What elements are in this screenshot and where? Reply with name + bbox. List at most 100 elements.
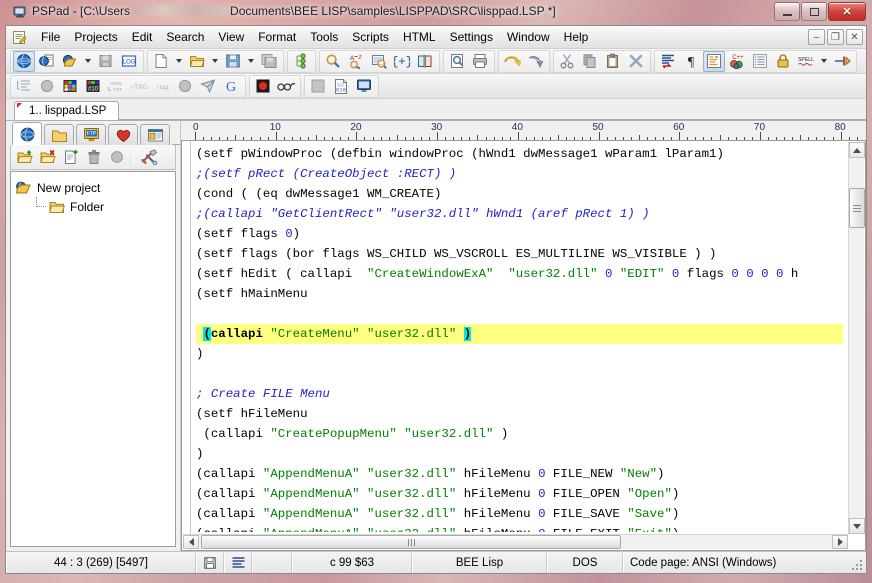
color-picker-icon[interactable] xyxy=(36,76,58,97)
code-line[interactable]: ;(callapi "GetClientRect" "user32.dll" h… xyxy=(196,204,843,224)
globe-icon[interactable] xyxy=(13,51,35,72)
stop-icon[interactable] xyxy=(307,76,329,97)
menu-item-edit[interactable]: Edit xyxy=(125,28,160,46)
code-explorer-icon[interactable] xyxy=(290,51,312,72)
undo-icon[interactable] xyxy=(501,51,523,72)
color-chart-icon[interactable] xyxy=(59,76,81,97)
mdi-restore-button[interactable]: ❐ xyxy=(827,29,844,45)
hex-editor-icon[interactable]: 010 xyxy=(330,76,352,97)
scroll-down-button[interactable] xyxy=(849,518,865,534)
new-project-icon[interactable] xyxy=(14,147,36,168)
clipboard-tab[interactable] xyxy=(140,124,170,145)
project-settings-icon[interactable] xyxy=(106,147,128,168)
code-line[interactable]: ; Create FILE Menu xyxy=(196,384,843,404)
tree-item-folder[interactable]: Folder xyxy=(15,197,171,216)
horizontal-scroll-thumb[interactable] xyxy=(201,535,621,549)
code-line[interactable]: ) xyxy=(196,444,843,464)
favorites-tab[interactable] xyxy=(108,124,138,145)
code-line-current[interactable]: (callapi "CreateMenu" "user32.dll" ) xyxy=(196,324,843,344)
mdi-close-button[interactable]: ✕ xyxy=(846,29,863,45)
scroll-left-button[interactable] xyxy=(183,535,199,549)
spell-check-icon[interactable]: SPELL xyxy=(795,51,817,72)
paper-plane-icon[interactable] xyxy=(197,76,219,97)
bookmark-icon[interactable] xyxy=(831,51,853,72)
scroll-up-button[interactable] xyxy=(849,142,865,158)
horizontal-scrollbar[interactable] xyxy=(183,534,848,549)
print-preview-icon[interactable] xyxy=(446,51,468,72)
project-tree[interactable]: New project Folder xyxy=(10,171,176,547)
view-macro-icon[interactable] xyxy=(275,76,297,97)
code-line[interactable]: (setf hFileMenu xyxy=(196,404,843,424)
delete-icon[interactable] xyxy=(625,51,647,72)
record-macro-icon[interactable] xyxy=(252,76,274,97)
code-line[interactable]: (callapi "CreatePopupMenu" "user32.dll" … xyxy=(196,424,843,444)
menu-item-tools[interactable]: Tools xyxy=(303,28,345,46)
code-line[interactable]: (setf hEdit ( callapi "CreateWindowExA" … xyxy=(196,264,843,284)
status-save-state[interactable] xyxy=(196,553,224,573)
terminal-icon[interactable] xyxy=(353,76,375,97)
replace-icon[interactable]: AZ xyxy=(345,51,367,72)
indent-icon[interactable] xyxy=(13,76,35,97)
html-preview-icon[interactable] xyxy=(36,51,58,72)
code-text[interactable]: (setf pWindowProc (defbin windowProc (hW… xyxy=(196,144,843,532)
log-icon[interactable]: LOG xyxy=(118,51,140,72)
numbered-list-icon[interactable] xyxy=(749,51,771,72)
circle-icon[interactable] xyxy=(174,76,196,97)
format-text-icon[interactable] xyxy=(657,51,679,72)
html-to-text-icon[interactable]: HTMLTXT xyxy=(105,76,127,97)
compile-cpp-icon[interactable]: C++ xyxy=(726,51,748,72)
file-tab-lisppad[interactable]: 1.. lisppad.LSP xyxy=(14,101,119,120)
remove-file-icon[interactable] xyxy=(83,147,105,168)
highlighter-icon[interactable] xyxy=(703,51,725,72)
cut-icon[interactable] xyxy=(556,51,578,72)
braces-icon[interactable]: {+} xyxy=(391,51,413,72)
side-panel-tabs[interactable]: FTP xyxy=(6,121,180,145)
code-line[interactable]: (setf flags 0) xyxy=(196,224,843,244)
ftp-tab[interactable]: FTP xyxy=(76,124,106,145)
status-codepage[interactable]: Code page: ANSI (Windows) xyxy=(623,553,866,573)
dictionary-icon[interactable] xyxy=(414,51,436,72)
status-highlighter[interactable]: BEE Lisp xyxy=(412,553,547,573)
open-project-dropdown[interactable] xyxy=(82,51,93,72)
paste-icon[interactable] xyxy=(602,51,624,72)
maximize-button[interactable] xyxy=(801,2,827,21)
new-file-dropdown[interactable] xyxy=(173,51,184,72)
code-line[interactable]: (callapi "AppendMenuA" "user32.dll" hFil… xyxy=(196,504,843,524)
tree-item-new-project[interactable]: New project xyxy=(15,178,171,197)
main-toolbar[interactable]: LOG xyxy=(6,49,866,74)
menu-bar[interactable]: File Projects Edit Search View Format To… xyxy=(6,26,866,49)
close-project-icon[interactable] xyxy=(37,147,59,168)
status-wrap-mode[interactable] xyxy=(224,553,252,573)
menu-item-search[interactable]: Search xyxy=(159,28,211,46)
code-line[interactable] xyxy=(196,364,843,384)
code-line[interactable]: ;(setf pRect (CreateObject :RECT) ) xyxy=(196,164,843,184)
redo-icon[interactable] xyxy=(524,51,546,72)
file-tab-strip[interactable]: 1.. lisppad.LSP xyxy=(6,99,866,121)
editor-surface[interactable]: (setf pWindowProc (defbin windowProc (hW… xyxy=(181,141,866,551)
explorer-tab[interactable] xyxy=(44,124,74,145)
scroll-right-button[interactable] xyxy=(832,535,848,549)
menu-item-help[interactable]: Help xyxy=(557,28,596,46)
menu-item-file[interactable]: File xyxy=(34,28,67,46)
mdi-window-controls[interactable]: – ❐ ✕ xyxy=(808,29,863,45)
code-line[interactable]: (callapi "AppendMenuA" "user32.dll" hFil… xyxy=(196,524,843,532)
copy-icon[interactable] xyxy=(579,51,601,72)
window-controls[interactable]: ✕ xyxy=(774,2,866,22)
save-project-icon[interactable] xyxy=(95,51,117,72)
code-line[interactable]: (callapi "AppendMenuA" "user32.dll" hFil… xyxy=(196,484,843,504)
resize-grip[interactable] xyxy=(850,558,864,572)
projects-tab[interactable] xyxy=(12,122,42,145)
vertical-scrollbar[interactable] xyxy=(848,142,864,534)
code-line[interactable]: (setf hMainMenu xyxy=(196,284,843,304)
new-file-icon[interactable] xyxy=(150,51,172,72)
code-line[interactable]: (setf pWindowProc (defbin windowProc (hW… xyxy=(196,144,843,164)
lock-icon[interactable] xyxy=(772,51,794,72)
spell-dropdown[interactable] xyxy=(818,51,829,72)
save-all-icon[interactable] xyxy=(258,51,280,72)
minimize-button[interactable] xyxy=(774,2,800,21)
title-bar[interactable]: PSPad - [C:\UsersDocuments\BEE LISP\samp… xyxy=(0,0,872,24)
color-table-icon[interactable]: #10 xyxy=(82,76,104,97)
menu-item-format[interactable]: Format xyxy=(251,28,303,46)
save-file-dropdown[interactable] xyxy=(245,51,256,72)
code-line[interactable]: (callapi "AppendMenuA" "user32.dll" hFil… xyxy=(196,464,843,484)
